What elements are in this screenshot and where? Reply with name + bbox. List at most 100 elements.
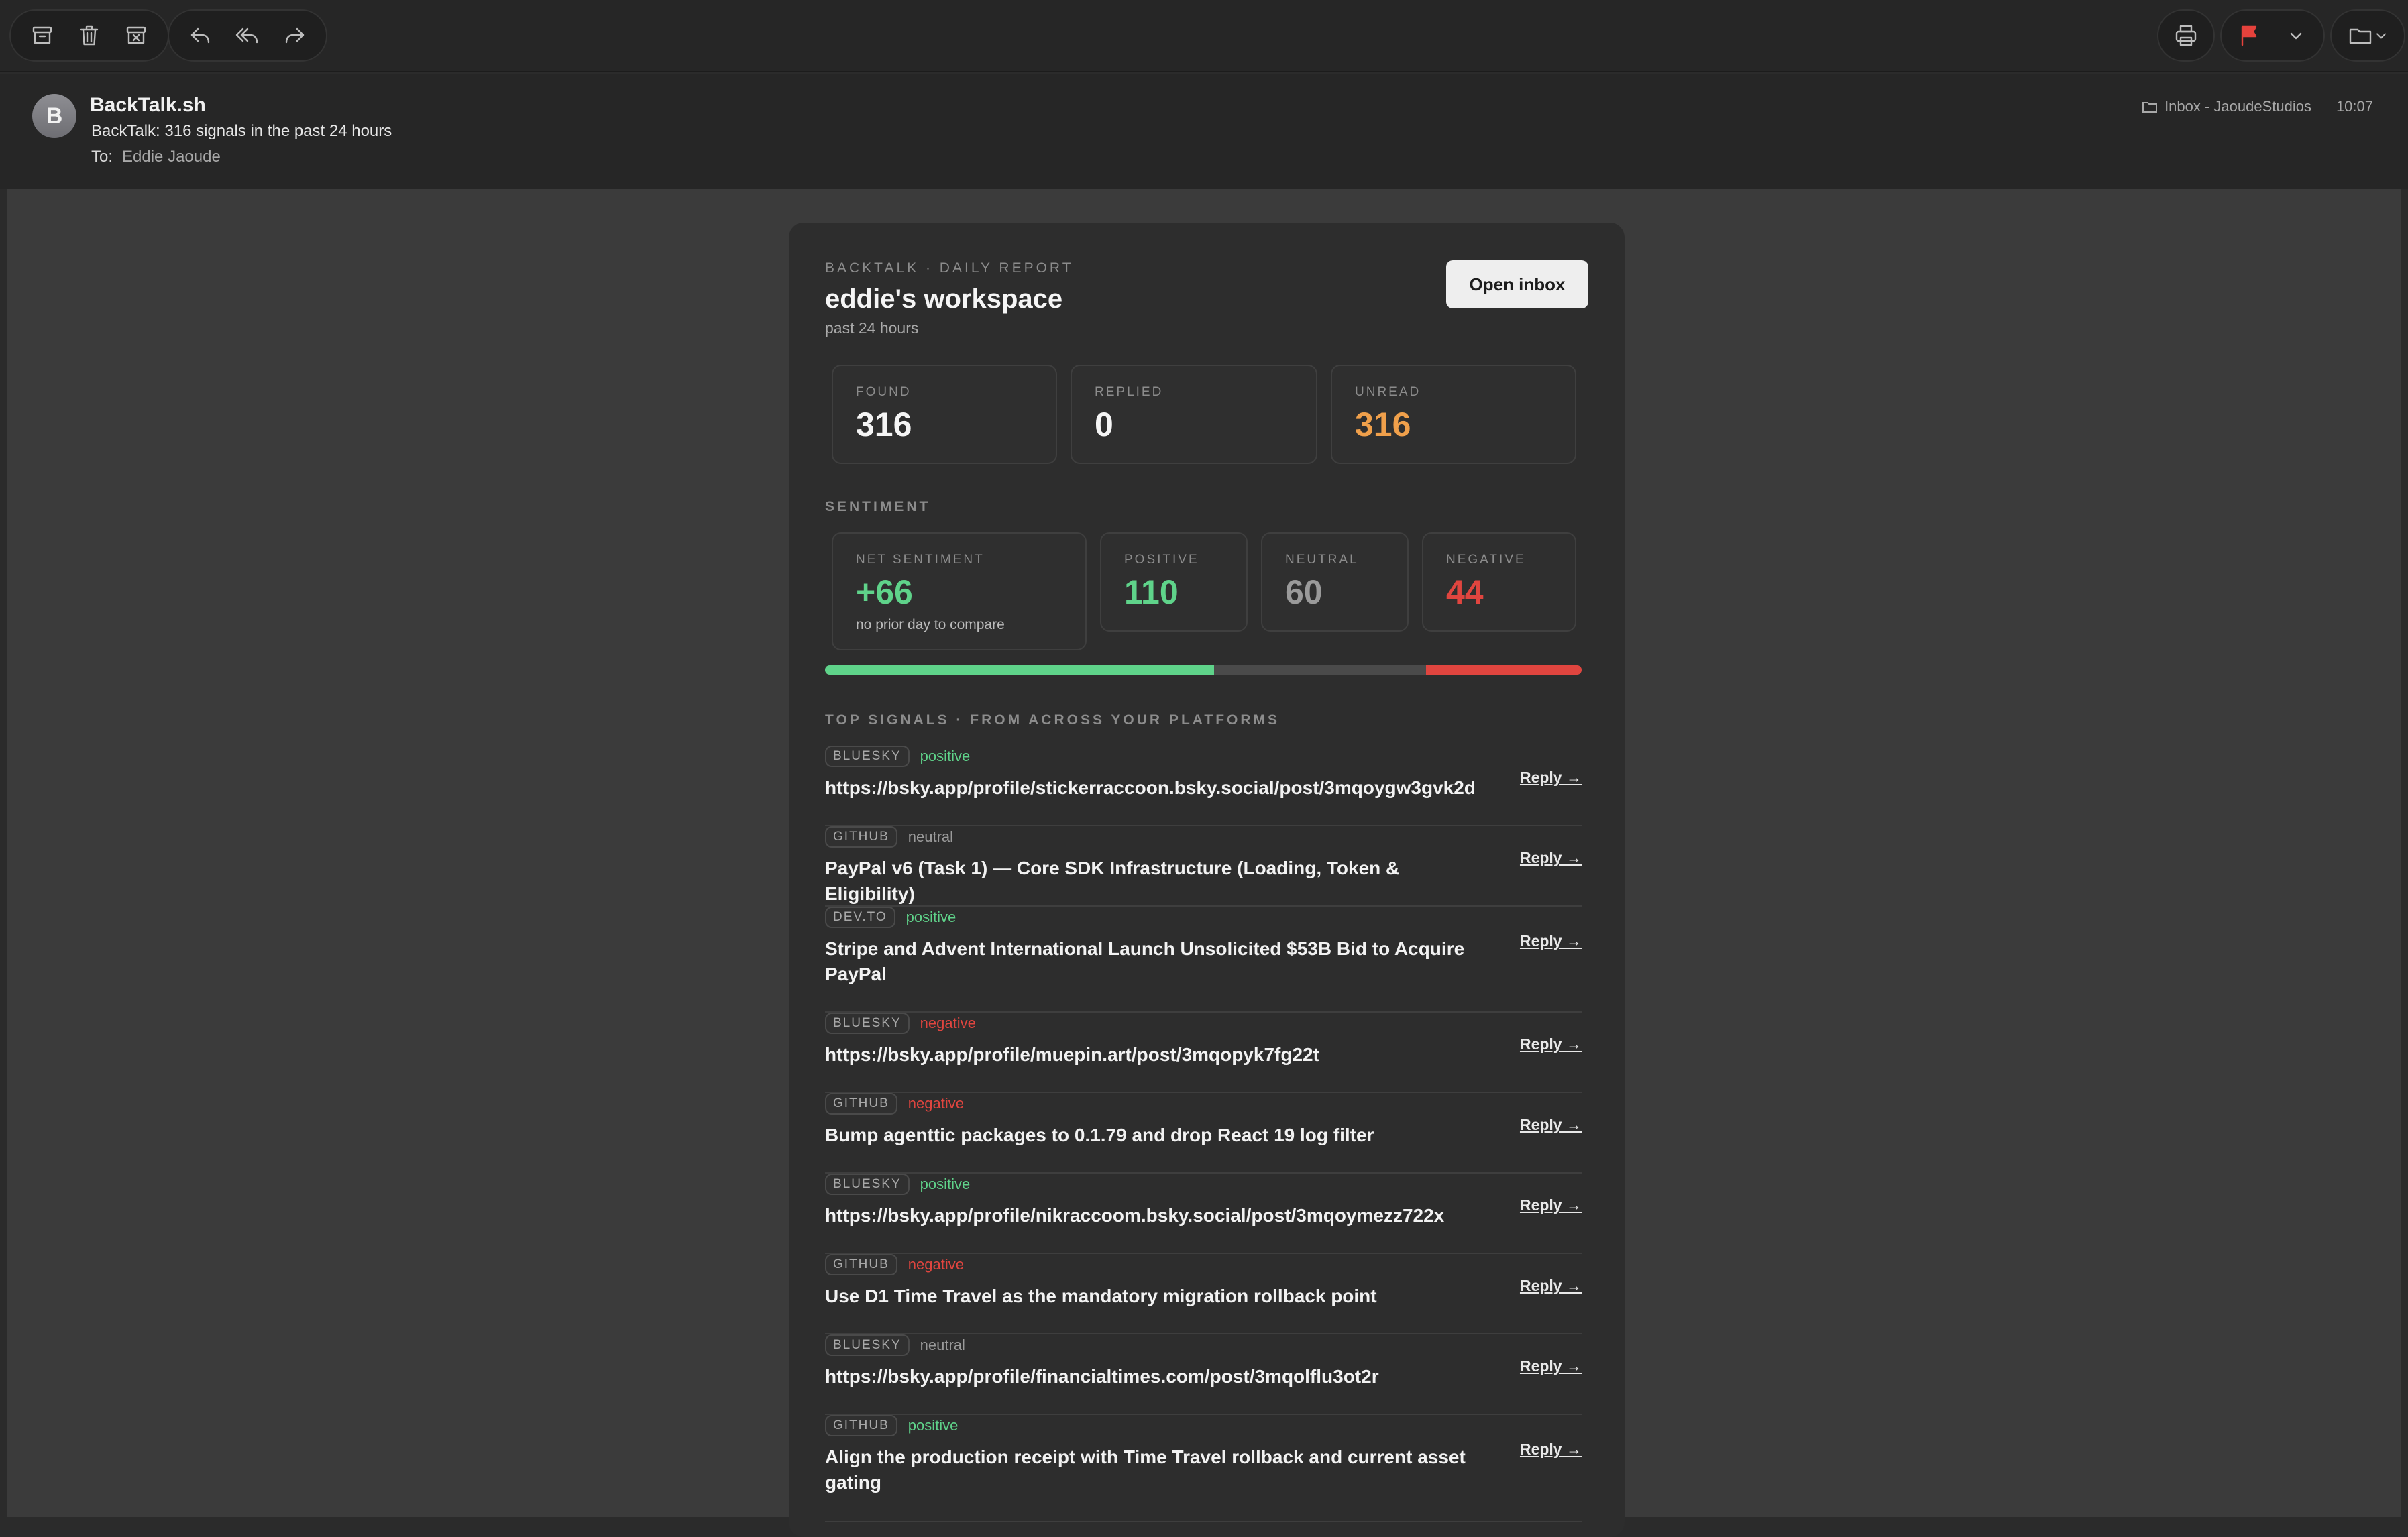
net-sentiment-stat: NET SENTIMENT +66 no prior day to compar… [832,532,1087,650]
message-header: B BackTalk.sh BackTalk: 316 signals in t… [0,74,2408,189]
trash-icon [80,25,99,46]
signal-title: Stripe and Advent International Launch U… [825,938,1465,984]
platform-badge: BLUESKY [825,1174,910,1195]
reply-button[interactable] [177,12,224,59]
folder-icon [2142,102,2158,113]
flag-group [2220,9,2325,62]
platform-badge: BLUESKY [825,746,910,767]
signal-meta: GITHUB negative [825,1093,1582,1115]
unread-stat: UNREAD 316 [1331,365,1576,464]
signal-item: BLUESKY positive https://bsky.app/profile/… [825,1174,1582,1254]
report-kicker: BACKTALK · DAILY REPORT [825,260,1074,276]
reply-link[interactable]: Reply → [1520,932,1582,950]
report-period: past 24 hours [825,319,919,337]
forward-button[interactable] [271,12,318,59]
signal-item: BLUESKY positive https://bsky.app/profile/… [825,746,1582,826]
reply-link[interactable]: Reply → [1520,849,1582,867]
neutral-value: 60 [1285,573,1323,611]
neutral-label: NEUTRAL [1285,553,1359,567]
junk-icon [126,26,146,44]
reply-link[interactable]: Reply → [1520,1116,1582,1134]
archive-icon [32,26,52,44]
reply-link[interactable]: Reply → [1520,768,1582,787]
junk-button[interactable] [113,12,160,59]
neutral-stat: NEUTRAL 60 [1261,532,1409,632]
avatar: B [32,94,76,138]
signal-title: https://bsky.app/profile/financialtimes.… [825,1366,1379,1387]
signal-meta: GITHUB neutral [825,826,1582,848]
archive-button[interactable] [19,12,66,59]
negative-label: NEGATIVE [1446,553,1526,567]
chevron-down-icon [2376,33,2386,39]
reply-link[interactable]: Reply → [1520,1357,1582,1375]
sentiment-tag: positive [906,909,956,925]
signal-title: https://bsky.app/profile/nikraccoom.bsky… [825,1205,1445,1226]
replied-label: REPLIED [1095,385,1164,399]
platform-badge: GITHUB [825,1415,897,1436]
message-body: BACKTALK · DAILY REPORT eddie's workspac… [7,189,2401,1537]
net-sentiment-value: +66 [856,573,913,611]
mailbox-location: Inbox - JaoudeStudios [2142,98,2311,115]
platform-badge: GITHUB [825,826,897,848]
signal-title: Use D1 Time Travel as the mandatory migr… [825,1286,1377,1306]
signal-item: GITHUB negative Bump agenttic packages to … [825,1093,1582,1174]
reply-all-button[interactable] [224,12,271,59]
reply-actions-group [168,9,327,62]
trash-button[interactable] [66,12,113,59]
flag-icon [2241,25,2257,46]
recipient-line: To: Eddie Jaoude [91,148,221,166]
sentiment-tag: negative [908,1095,964,1112]
found-stat: FOUND 316 [832,365,1057,464]
signal-item: BLUESKY negative https://bsky.app/profile/… [825,1013,1582,1093]
signal-meta: BLUESKY positive [825,1174,1582,1195]
report-card: BACKTALK · DAILY REPORT eddie's workspac… [789,223,1625,1537]
signal-meta: BLUESKY positive [825,746,1582,767]
mailbox-name: Inbox - JaoudeStudios [2165,98,2311,115]
signal-title: Bump agenttic packages to 0.1.79 and dro… [825,1125,1374,1145]
signal-item: GITHUB negative Use D1 Time Travel as the … [825,1254,1582,1334]
flag-menu-button[interactable] [2273,12,2319,59]
signal-item: GITHUB positive Align the production recei… [825,1415,1582,1522]
reply-link[interactable]: Reply → [1520,1196,1582,1214]
recipient-name[interactable]: Eddie Jaoude [122,148,221,166]
sentiment-tag: positive [908,1417,959,1434]
reply-link[interactable]: Reply → [1520,1277,1582,1295]
flag-button[interactable] [2226,12,2273,59]
found-label: FOUND [856,385,912,399]
sentiment-bar-negative [1426,665,1582,675]
sentiment-tag: positive [920,1176,971,1192]
signal-item: GITHUB neutral PayPal v6 (Task 1) — Core S… [825,826,1582,907]
positive-stat: POSITIVE 110 [1100,532,1248,632]
delete-actions-group [9,9,169,62]
sentiment-heading: SENTIMENT [825,499,931,514]
received-time: 10:07 [2336,98,2373,115]
net-sentiment-label: NET SENTIMENT [856,553,985,567]
net-sentiment-note: no prior day to compare [856,617,1005,632]
print-icon [2175,25,2197,46]
signal-item: BLUESKY neutral https://bsky.app/profile/f… [825,1334,1582,1415]
to-label: To: [91,148,113,166]
message-toolbar [0,0,2408,72]
move-to-folder-button[interactable] [2334,12,2401,59]
found-value: 316 [856,406,912,443]
sender-name[interactable]: BackTalk.sh [90,94,206,117]
forward-icon [285,27,305,44]
sentiment-tag: negative [908,1256,964,1273]
workspace-title: eddie's workspace [825,284,1063,314]
replied-value: 0 [1095,406,1113,443]
platform-badge: GITHUB [825,1254,897,1275]
reply-all-icon [235,27,258,44]
reply-link[interactable]: Reply → [1520,1440,1582,1459]
subject-line: BackTalk: 316 signals in the past 24 hou… [91,122,392,140]
platform-badge: GITHUB [825,1093,897,1115]
unread-label: UNREAD [1355,385,1421,399]
sentiment-bar-positive [825,665,1214,675]
sentiment-tag: neutral [908,828,954,845]
signal-meta: BLUESKY negative [825,1013,1582,1034]
print-button[interactable] [2163,12,2209,59]
signal-title: PayPal v6 (Task 1) — Core SDK Infrastruc… [825,858,1400,904]
sentiment-tag: negative [920,1015,976,1031]
signal-meta: BLUESKY neutral [825,1334,1582,1356]
reply-link[interactable]: Reply → [1520,1035,1582,1054]
open-inbox-button[interactable]: Open inbox [1446,260,1588,308]
